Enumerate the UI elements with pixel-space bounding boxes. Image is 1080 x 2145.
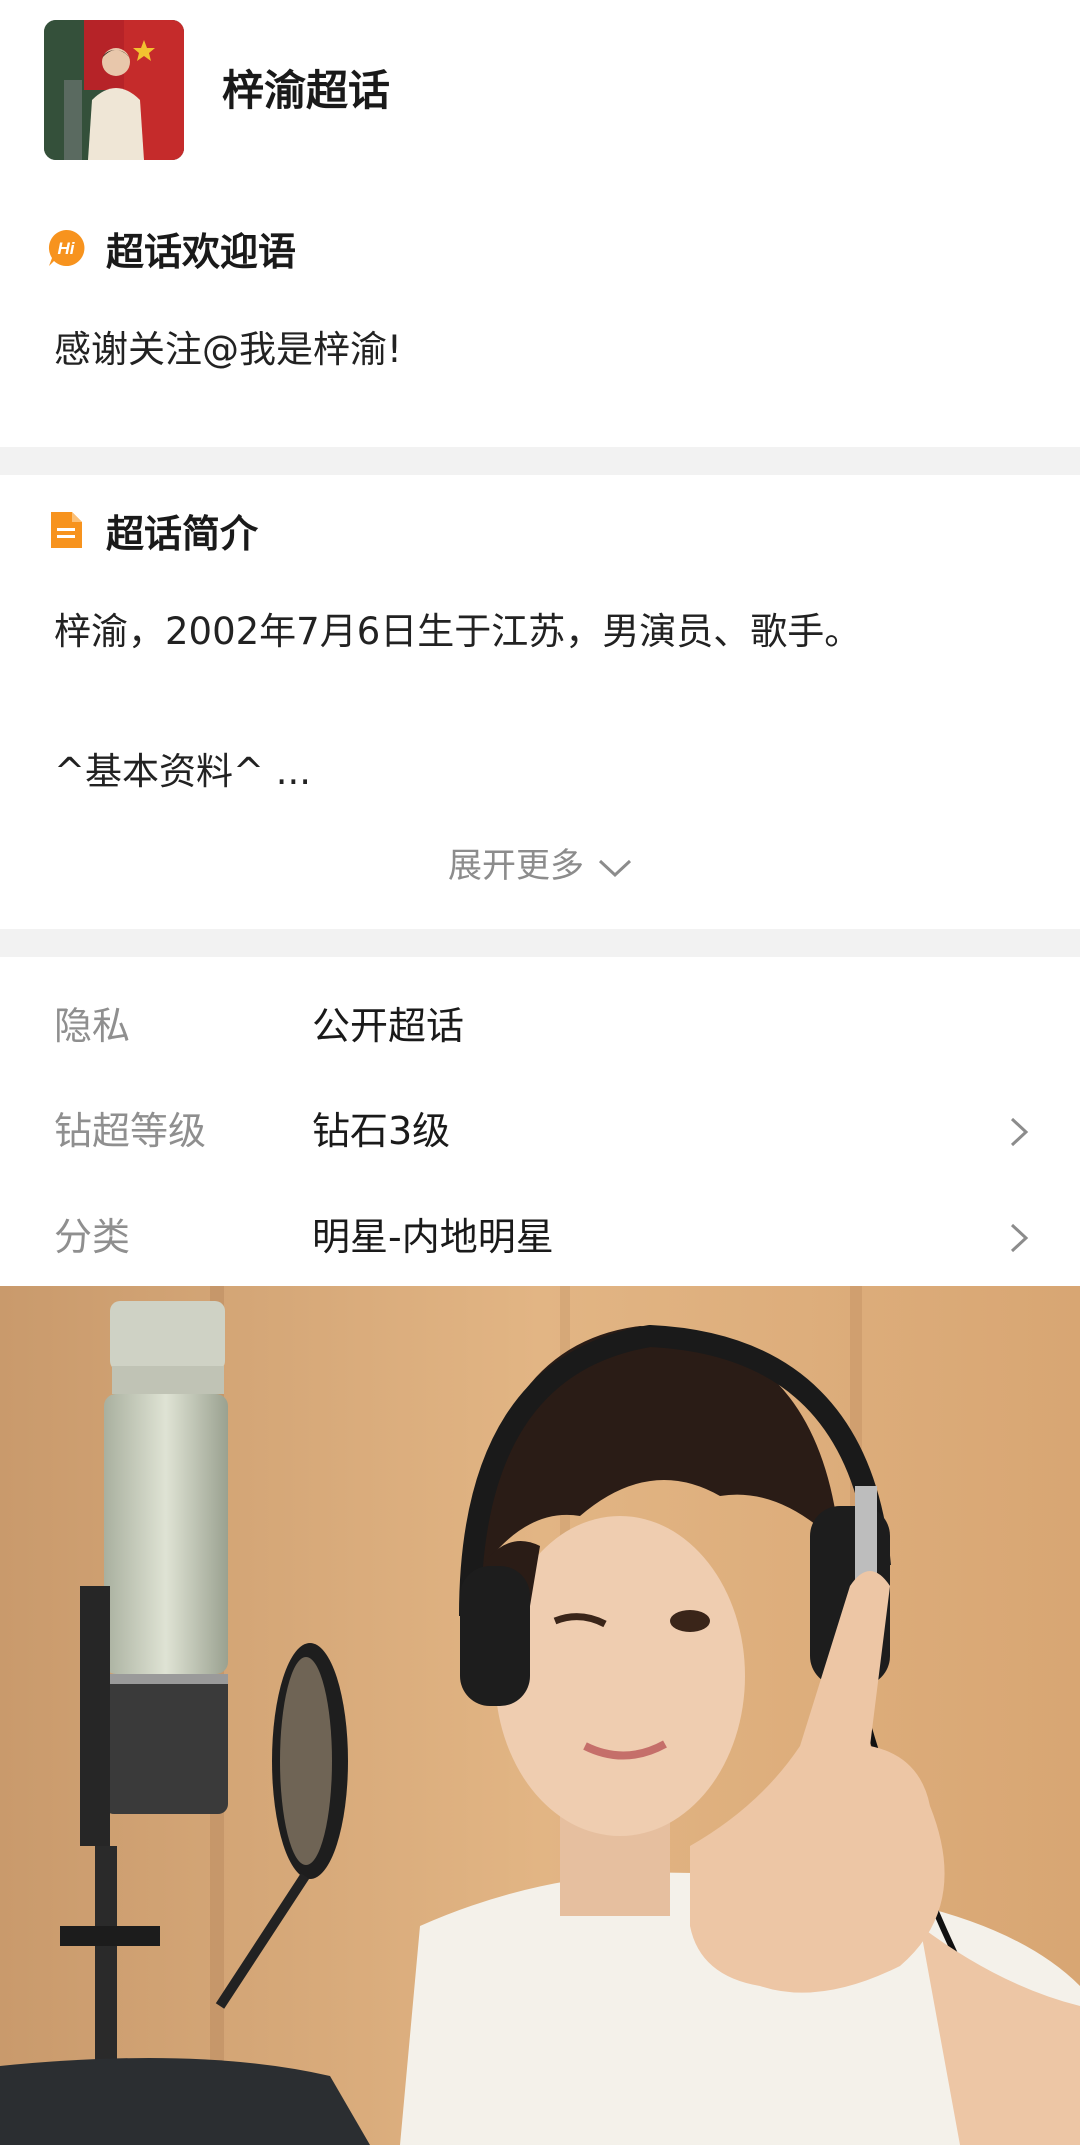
topic-avatar[interactable]	[44, 20, 184, 160]
privacy-label: 隐私	[54, 1004, 131, 1048]
document-icon	[51, 512, 82, 548]
avatar-photo-icon	[44, 20, 184, 160]
info-row-level[interactable]: 钻超等级 钻石3级	[0, 1101, 1080, 1161]
hi-badge-icon: Hi	[48, 229, 85, 266]
category-label: 分类	[54, 1215, 131, 1259]
intro-title: 超话简介	[106, 511, 259, 556]
welcome-text: 感谢关注@我是梓渝!	[54, 328, 402, 371]
chevron-right-icon	[1010, 1117, 1029, 1147]
privacy-value: 公开超话	[312, 1004, 465, 1048]
welcome-section-header: Hi 超话欢迎语	[46, 224, 296, 274]
level-value: 钻石3级	[312, 1109, 451, 1153]
intro-line-2: ^基本资料^ ...	[54, 750, 312, 793]
intro-line-1: 梓渝，2002年7月6日生于江苏，男演员、歌手。	[54, 610, 862, 653]
topic-header: 梓渝超话	[0, 0, 1080, 180]
studio-photo	[0, 1286, 1080, 2145]
level-label: 钻超等级	[54, 1109, 207, 1153]
category-value: 明星-内地明星	[312, 1215, 554, 1259]
chevron-right-icon	[1010, 1223, 1029, 1253]
topic-title: 梓渝超话	[222, 66, 391, 115]
section-divider	[0, 929, 1080, 957]
expand-more-button[interactable]: 展开更多	[0, 844, 1080, 888]
section-divider	[0, 447, 1080, 475]
studio-photo-image	[0, 1286, 1080, 2145]
welcome-title: 超话欢迎语	[106, 229, 297, 274]
svg-text:Hi: Hi	[58, 239, 76, 258]
chevron-down-icon	[598, 859, 632, 877]
expand-more-label: 展开更多	[448, 846, 584, 886]
info-row-category[interactable]: 分类 明星-内地明星	[0, 1207, 1080, 1267]
info-row-privacy: 隐私 公开超话	[0, 996, 1080, 1056]
intro-section-header: 超话简介	[46, 506, 258, 556]
